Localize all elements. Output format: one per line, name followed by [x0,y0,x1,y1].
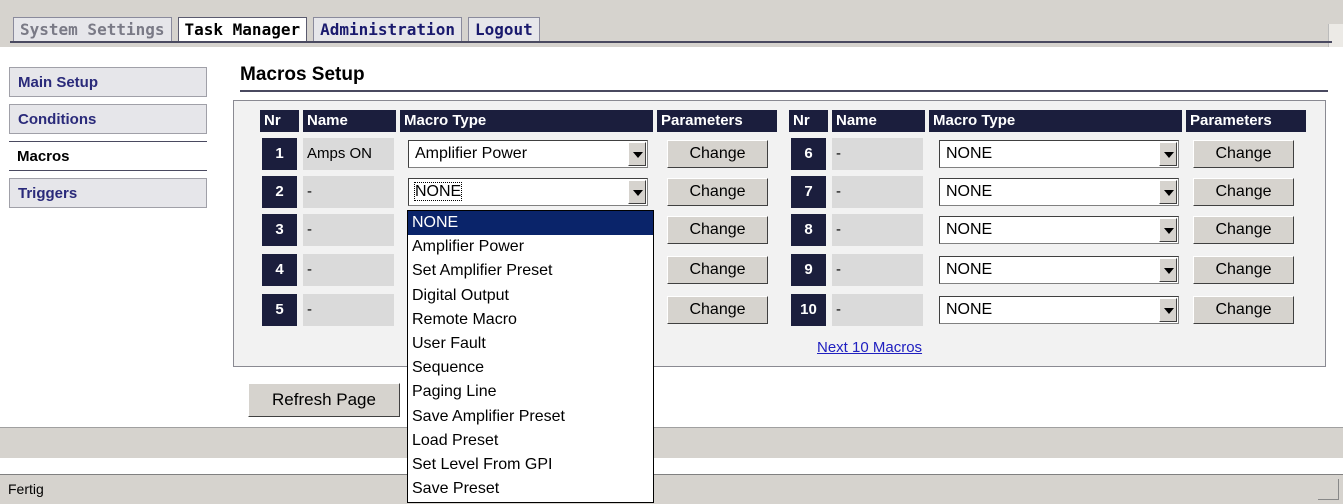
macro-name: - [832,214,923,246]
change-button[interactable]: Change [667,256,768,284]
dropdown-option[interactable]: Digital Output [408,284,653,308]
header-name: Name [832,110,925,132]
dropdown-option[interactable]: Set Level From GPI [408,453,653,477]
dropdown-option[interactable]: Save Amplifier Preset [408,405,653,429]
select-value: NONE [946,301,993,318]
tab-system-settings[interactable]: System Settings [13,17,172,43]
macro-nr: 10 [791,294,826,326]
select-value: NONE [946,183,993,200]
macro-nr: 6 [791,138,826,170]
dropdown-option[interactable]: Amplifier Power [408,235,653,259]
macro-nr: 8 [791,214,826,246]
macro-nr: 9 [791,254,826,286]
resize-grip-icon[interactable] [1318,479,1339,500]
macro-nr: 5 [262,294,297,326]
dropdown-option[interactable]: NONE [408,211,653,236]
macro-name: - [303,176,394,208]
dropdown-option[interactable]: Save Preset [408,477,653,501]
dropdown-option[interactable]: Sequence [408,356,653,380]
select-value: NONE [946,261,993,278]
tab-strip: System Settings Task Manager Administrat… [13,17,546,43]
status-text: Fertig [8,481,44,497]
select-value: NONE [413,182,463,201]
header-macro-type: Macro Type [929,110,1182,132]
next-10-macros-link[interactable]: Next 10 Macros [817,339,922,356]
macro-nr: 1 [262,138,297,170]
change-button[interactable]: Change [1193,256,1294,284]
tab-underline [10,41,1332,43]
chevron-down-icon[interactable] [628,142,646,166]
chevron-down-icon[interactable] [1159,258,1177,282]
sidebar-item-macros[interactable]: Macros [9,141,207,171]
content-footer-bar [0,427,1343,458]
change-button[interactable]: Change [1193,296,1294,324]
macro-nr: 3 [262,214,297,246]
macro-type-select[interactable]: NONE [408,178,648,206]
macro-name: - [832,294,923,326]
macro-type-select[interactable]: NONE [939,216,1179,244]
header-parameters: Parameters [657,110,777,132]
page-title: Macros Setup [240,64,365,85]
dropdown-option[interactable]: User Fault [408,332,653,356]
title-divider [240,90,1328,92]
select-value: Amplifier Power [415,145,528,162]
macro-nr: 7 [791,176,826,208]
chevron-down-icon[interactable] [1159,180,1177,204]
macro-type-dropdown-list: NONE Amplifier Power Set Amplifier Prese… [407,210,654,503]
chevron-down-icon[interactable] [1159,142,1177,166]
select-value: NONE [946,221,993,238]
macro-name: - [303,294,394,326]
select-value: NONE [946,145,993,162]
change-button[interactable]: Change [1193,140,1294,168]
change-button[interactable]: Change [1193,216,1294,244]
header-nr: Nr [789,110,828,132]
status-bar: Fertig [0,474,1343,504]
change-button[interactable]: Change [1193,178,1294,206]
macro-nr: 4 [262,254,297,286]
chevron-down-icon[interactable] [1159,298,1177,322]
macro-name: Amps ON [303,138,394,170]
sidebar-item-main-setup[interactable]: Main Setup [9,67,207,97]
change-button[interactable]: Change [667,216,768,244]
header-macro-type: Macro Type [400,110,653,132]
change-button[interactable]: Change [667,140,768,168]
chevron-down-icon[interactable] [628,180,646,204]
macro-type-select[interactable]: NONE [939,140,1179,168]
macro-name: - [832,254,923,286]
dropdown-option[interactable]: Load Preset [408,429,653,453]
dropdown-option[interactable]: Paging Line [408,380,653,404]
macro-name: - [832,176,923,208]
top-navigation-bar: System Settings Task Manager Administrat… [0,0,1343,47]
macro-name: - [832,138,923,170]
tab-logout[interactable]: Logout [467,17,540,43]
sidebar-item-triggers[interactable]: Triggers [9,178,207,208]
macro-type-select[interactable]: NONE [939,296,1179,324]
dropdown-option[interactable]: Remote Macro [408,308,653,332]
header-name: Name [303,110,396,132]
macro-type-select[interactable]: NONE [939,256,1179,284]
change-button[interactable]: Change [667,296,768,324]
sidebar-item-conditions[interactable]: Conditions [9,104,207,134]
macro-type-select[interactable]: Amplifier Power [408,140,648,168]
header-nr: Nr [260,110,299,132]
header-parameters: Parameters [1186,110,1306,132]
macro-name: - [303,254,394,286]
dropdown-option[interactable]: Set Amplifier Preset [408,259,653,283]
tab-administration[interactable]: Administration [313,17,462,43]
macro-type-select[interactable]: NONE [939,178,1179,206]
scrollbar-top[interactable] [1328,24,1343,47]
tab-task-manager[interactable]: Task Manager [177,17,308,43]
macro-name: - [303,214,394,246]
change-button[interactable]: Change [667,178,768,206]
refresh-page-button[interactable]: Refresh Page [248,383,400,417]
chevron-down-icon[interactable] [1159,218,1177,242]
macro-nr: 2 [262,176,297,208]
